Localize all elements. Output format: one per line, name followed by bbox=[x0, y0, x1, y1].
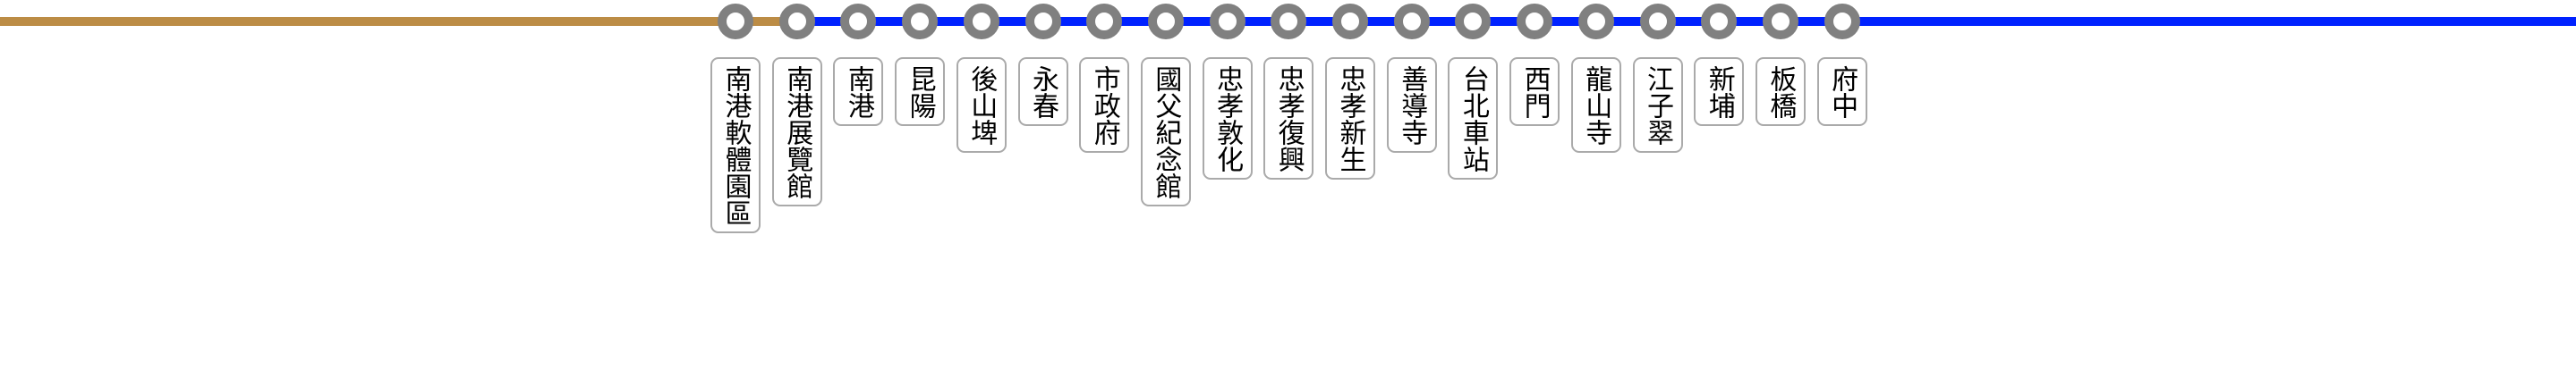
station-marker[interactable] bbox=[1271, 4, 1307, 39]
station-label: 善導寺 bbox=[1386, 57, 1437, 153]
station-marker[interactable] bbox=[1209, 4, 1245, 39]
station-label: 南港 bbox=[833, 57, 884, 126]
station-label: 忠孝復興 bbox=[1263, 57, 1314, 180]
station-marker[interactable] bbox=[1332, 4, 1368, 39]
station-label: 永春 bbox=[1017, 57, 1068, 126]
station-marker[interactable] bbox=[1517, 4, 1553, 39]
station-label: 市政府 bbox=[1079, 57, 1130, 153]
station-marker[interactable] bbox=[1455, 4, 1492, 39]
station-marker[interactable] bbox=[1639, 4, 1676, 39]
station-label: 昆陽 bbox=[895, 57, 946, 126]
brown-line-segment bbox=[0, 17, 797, 26]
station-label: 忠孝新生 bbox=[1325, 57, 1375, 180]
station-label: 龍山寺 bbox=[1570, 57, 1621, 153]
station-label: 板橋 bbox=[1755, 57, 1806, 126]
station-marker[interactable] bbox=[1147, 4, 1184, 39]
station-marker[interactable] bbox=[1393, 4, 1430, 39]
station-label: 台北車站 bbox=[1448, 57, 1499, 180]
blue-line-segment bbox=[796, 17, 2576, 26]
station-marker[interactable] bbox=[1577, 4, 1614, 39]
station-marker[interactable] bbox=[718, 4, 753, 39]
station-label: 忠孝敦化 bbox=[1202, 57, 1253, 180]
station-label: 新埔 bbox=[1694, 57, 1745, 126]
station-marker[interactable] bbox=[1824, 4, 1860, 39]
station-marker[interactable] bbox=[1024, 4, 1061, 39]
station-marker[interactable] bbox=[840, 4, 877, 39]
station-label: 後山埤 bbox=[956, 57, 1007, 153]
station-label: 南港軟體園區 bbox=[710, 57, 761, 233]
station-label: 府中 bbox=[1816, 57, 1867, 126]
station-label: 國父紀念館 bbox=[1140, 57, 1191, 206]
station-label: 西門 bbox=[1509, 57, 1560, 126]
station-label: 江子翠 bbox=[1632, 57, 1683, 153]
station-label: 南港展覽館 bbox=[771, 57, 822, 206]
station-marker[interactable] bbox=[1086, 4, 1123, 39]
station-marker[interactable] bbox=[778, 4, 815, 39]
station-marker[interactable] bbox=[1762, 4, 1798, 39]
station-marker[interactable] bbox=[963, 4, 999, 39]
station-marker[interactable] bbox=[1701, 4, 1738, 39]
station-marker[interactable] bbox=[902, 4, 939, 39]
